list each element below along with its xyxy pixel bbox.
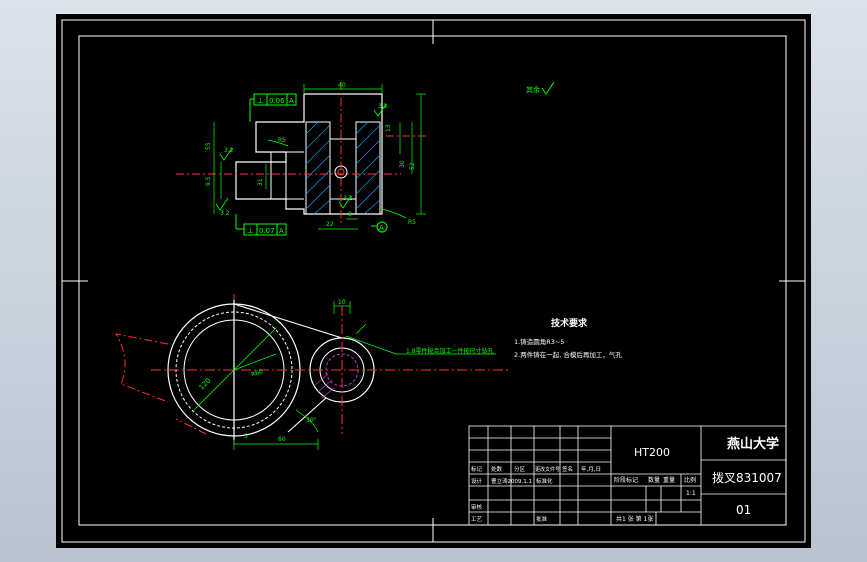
tech-requirements: 技术要求 1.铸造圆角R3~5 2.两件铸在一起, 合模后再加工，气孔 xyxy=(514,317,622,359)
tech-req-item-1: 1.铸造圆角R3~5 xyxy=(514,337,564,346)
roughness-label: 其余 xyxy=(526,85,540,94)
title-block-text: HT200 燕山大学 拨叉831007 01 比例 1:1 重量 数量 阶段标记… xyxy=(471,436,782,523)
stage-label: 阶段标记 xyxy=(614,476,638,484)
cad-viewport: ⊥ 0.06 A ⊥ 0.07 A A 40 3.2 3.2 3.2 3.2 1… xyxy=(0,0,867,562)
plan-dim-small: 5 xyxy=(244,433,248,440)
ra-4: 3.2 xyxy=(343,195,353,202)
dim-top-width: 40 xyxy=(338,82,346,89)
part-name: 拨叉831007 xyxy=(712,471,782,485)
drawing-svg: ⊥ 0.06 A ⊥ 0.07 A A 40 3.2 3.2 3.2 3.2 1… xyxy=(61,19,806,543)
count-label: 数量 xyxy=(648,476,660,484)
dim-h-right-1: 13 xyxy=(385,124,392,132)
hdr-count: 处数 xyxy=(491,465,503,473)
ra-3: 3.2 xyxy=(220,210,230,217)
dim-h-right-3: 52 xyxy=(409,162,416,170)
section-view: ⊥ 0.06 A ⊥ 0.07 A A 40 3.2 3.2 3.2 3.2 1… xyxy=(176,82,426,236)
dim-left-55: 55 xyxy=(205,142,212,150)
approve-label: 批准 xyxy=(536,515,548,523)
plan-dim-top: 10 xyxy=(338,299,346,306)
leader-note: 1.8零件配合加工一件按尺寸钻孔 xyxy=(406,347,494,355)
scale-value: 1:1 xyxy=(686,490,696,497)
gdt-value-2: 0.07 xyxy=(259,227,275,235)
dim-bottom-22: 22 xyxy=(326,221,334,228)
dim-h-right-2: 30 xyxy=(399,160,406,168)
hdr-zone: 分区 xyxy=(514,465,526,473)
hdr-date: 年,月,日 xyxy=(581,465,601,473)
gdt-frame-bottom: ⊥ 0.07 A xyxy=(235,214,287,236)
designer-label: 设计 xyxy=(471,477,483,485)
dim-left-small: 9.5 xyxy=(205,176,212,186)
plan-view: 10 120 R60 60 30° 5 1.8零件配合加工一件按尺寸钻孔 xyxy=(114,294,511,450)
gdt-value-1: 0.06 xyxy=(269,97,285,105)
weight-label: 重量 xyxy=(663,476,675,484)
review-label: 审核 xyxy=(471,503,483,511)
sheet-text: 共1 张 第 1张 xyxy=(616,515,653,523)
roughness-note: 其余 xyxy=(526,81,555,95)
ra-1: 3.2 xyxy=(378,103,388,110)
hdr-mark: 标记 xyxy=(471,465,483,473)
ra-2: 3.2 xyxy=(224,147,234,154)
plan-dim-angle: 30° xyxy=(306,417,317,424)
plan-dim-bottom: 60 xyxy=(278,436,286,443)
outer-border xyxy=(61,19,806,543)
hdr-change-doc: 更改文件号 xyxy=(535,466,560,473)
school-name: 燕山大学 xyxy=(727,436,779,452)
scale-label: 比例 xyxy=(684,476,696,484)
tech-req-title: 技术要求 xyxy=(551,317,588,329)
gdt-symbol-2: ⊥ xyxy=(247,226,254,235)
process-label: 工艺 xyxy=(471,516,483,523)
gdt-datum-1: A xyxy=(289,97,294,105)
dim-r5-b: R5 xyxy=(278,137,286,144)
tech-req-item-2: 2.两件铸在一起, 合模后再加工，气孔 xyxy=(514,350,622,359)
drawing-no: 01 xyxy=(736,503,751,517)
dim-bottom-small: 8 xyxy=(348,211,352,218)
drawing-canvas[interactable]: ⊥ 0.06 A ⊥ 0.07 A A 40 3.2 3.2 3.2 3.2 1… xyxy=(56,14,811,548)
dim-dia-31: 31 xyxy=(257,178,264,186)
datum-a-label: A xyxy=(379,224,384,232)
standard-label: 标准化 xyxy=(536,477,553,485)
dim-r5-a: R5 xyxy=(408,219,416,226)
gdt-symbol-1: ⊥ xyxy=(257,96,264,105)
plan-dim-r: R60 xyxy=(250,368,264,379)
hdr-signature: 签名 xyxy=(562,465,573,473)
inner-border xyxy=(78,35,787,526)
gdt-datum-2: A xyxy=(279,227,284,235)
material: HT200 xyxy=(634,446,670,459)
gdt-frame-top: ⊥ 0.06 A xyxy=(249,93,297,122)
plan-dim-dia: 120 xyxy=(198,377,213,392)
designer-value: 曹立涛2009.1.1 xyxy=(491,477,532,485)
